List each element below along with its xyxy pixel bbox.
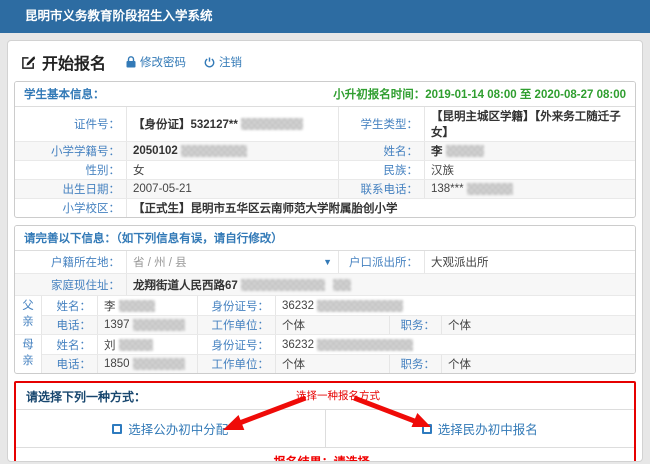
basic-section-header: 学生基本信息： 小升初报名时间：2019-01-14 08:00 至 2020-… bbox=[15, 82, 635, 107]
lock-icon bbox=[126, 56, 136, 68]
father-name-label: 姓名： bbox=[42, 296, 98, 315]
table-row: 小学校区： 【正式生】昆明市五华区云南师范大学附属胎创小学 bbox=[15, 198, 635, 217]
checkbox-icon[interactable] bbox=[112, 424, 122, 434]
father-phone-label: 电话： bbox=[42, 316, 98, 334]
masked-value bbox=[241, 118, 303, 130]
contact-phone-label: 联系电话： bbox=[339, 180, 425, 198]
mother-phone-value[interactable]: 1850 bbox=[98, 355, 198, 373]
choice-options: 选择公办初中分配 选择民办初中报名 bbox=[16, 410, 634, 448]
father-id-value[interactable]: 36232 bbox=[276, 296, 635, 315]
masked-value bbox=[317, 339, 413, 351]
app-title: 昆明市义务教育阶段招生入学系统 bbox=[25, 9, 213, 23]
main-panel: 开始报名 修改密码 注销 学生基本信息： 小升初报名时间：2019-01-14 … bbox=[7, 40, 643, 462]
birth-date-value: 2007-05-21 bbox=[127, 180, 339, 198]
masked-value bbox=[333, 279, 351, 291]
power-icon bbox=[204, 57, 215, 68]
enrollment-result-status: 报名结果：请选择.. bbox=[16, 448, 634, 462]
checkbox-icon[interactable] bbox=[422, 424, 432, 434]
id-number-label: 证件号： bbox=[15, 107, 127, 141]
contact-phone-value: 138*** bbox=[425, 180, 635, 198]
father-info-block: 父亲 姓名： 李 身份证号： 36232 电话： bbox=[15, 295, 635, 334]
student-type-value: 【昆明主城区学籍】【外来务工随迁子女】 bbox=[425, 107, 635, 141]
mother-name-label: 姓名： bbox=[42, 335, 98, 354]
masked-value bbox=[133, 358, 185, 370]
table-row: 户籍所在地： 省 / 州 / 县 ▼ 户口派出所： 大观派出所 bbox=[15, 251, 635, 273]
masked-value bbox=[446, 145, 484, 157]
hukou-location-select[interactable]: 省 / 州 / 县 ▼ bbox=[127, 251, 339, 273]
basic-section-title: 学生基本信息： bbox=[24, 86, 105, 102]
primary-campus-label: 小学校区： bbox=[15, 199, 127, 217]
page-title: 开始报名 bbox=[21, 50, 106, 74]
gender-label: 性别： bbox=[15, 161, 127, 179]
choice-annotation: 选择一种报名方式 bbox=[296, 388, 380, 403]
mother-role-label: 母亲 bbox=[15, 335, 42, 373]
mother-work-label: 工作单位： bbox=[198, 355, 276, 373]
complete-section-header: 请完善以下信息：（如下列信息有误，请自行修改） bbox=[15, 226, 635, 251]
father-work-value[interactable]: 个体 bbox=[276, 316, 390, 334]
birth-date-label: 出生日期： bbox=[15, 180, 127, 198]
police-station-value: 大观派出所 bbox=[425, 251, 635, 273]
masked-value bbox=[317, 300, 403, 312]
table-row: 姓名： 李 身份证号： 36232 bbox=[42, 296, 635, 315]
mother-id-value[interactable]: 36232 bbox=[276, 335, 635, 354]
masked-value bbox=[181, 145, 247, 157]
primary-school-id-value: 2050102 bbox=[127, 142, 339, 160]
father-name-value[interactable]: 李 bbox=[98, 296, 198, 315]
public-middle-school-option[interactable]: 选择公办初中分配 bbox=[16, 410, 326, 447]
gender-value: 女 bbox=[127, 161, 339, 179]
mother-info-block: 母亲 姓名： 刘 身份证号： 36232 电话： bbox=[15, 334, 635, 373]
table-row: 家庭现住址： 龙翔街道人民西路67 bbox=[15, 273, 635, 295]
father-duty-label: 职务： bbox=[390, 316, 442, 334]
table-row: 性别： 女 民族： 汉族 bbox=[15, 160, 635, 179]
hukou-location-label: 户籍所在地： bbox=[15, 251, 127, 273]
mother-phone-label: 电话： bbox=[42, 355, 98, 373]
student-type-label: 学生类型： bbox=[339, 107, 425, 141]
section-student-basic-info: 学生基本信息： 小升初报名时间：2019-01-14 08:00 至 2020-… bbox=[14, 81, 636, 218]
table-row: 小学学籍号： 2050102 姓名： 李 bbox=[15, 141, 635, 160]
change-password-link[interactable]: 修改密码 bbox=[126, 54, 186, 70]
panel-heading: 开始报名 修改密码 注销 bbox=[8, 41, 642, 81]
complete-section-title: 请完善以下信息：（如下列信息有误，请自行修改） bbox=[24, 230, 283, 246]
masked-value bbox=[119, 339, 153, 351]
father-duty-value[interactable]: 个体 bbox=[442, 316, 635, 334]
police-station-label: 户口派出所： bbox=[339, 251, 425, 273]
mother-work-value[interactable]: 个体 bbox=[276, 355, 390, 373]
student-name-value: 李 bbox=[425, 142, 635, 160]
chevron-down-icon[interactable]: ▼ bbox=[323, 257, 332, 267]
father-phone-value[interactable]: 1397 bbox=[98, 316, 198, 334]
mother-duty-value[interactable]: 个体 bbox=[442, 355, 635, 373]
home-address-label: 家庭现住址： bbox=[15, 274, 127, 295]
masked-value bbox=[133, 319, 185, 331]
mother-duty-label: 职务： bbox=[390, 355, 442, 373]
id-number-value: 【身份证】532127** bbox=[127, 107, 339, 141]
father-id-label: 身份证号： bbox=[198, 296, 276, 315]
masked-value bbox=[241, 279, 325, 291]
primary-school-id-label: 小学学籍号： bbox=[15, 142, 127, 160]
top-navbar: 昆明市义务教育阶段招生入学系统 bbox=[0, 0, 650, 33]
mother-id-label: 身份证号： bbox=[198, 335, 276, 354]
enrollment-choice-box: 请选择下列一种方式： 选择一种报名方式 选择公办初中分配 选择民办初中报名 报名… bbox=[14, 381, 636, 462]
logout-link[interactable]: 注销 bbox=[204, 54, 242, 70]
private-middle-school-option[interactable]: 选择民办初中报名 bbox=[326, 410, 635, 447]
enrollment-deadline: 小升初报名时间：2019-01-14 08:00 至 2020-08-27 08… bbox=[333, 86, 626, 102]
mother-name-value[interactable]: 刘 bbox=[98, 335, 198, 354]
home-address-value[interactable]: 龙翔街道人民西路67 bbox=[127, 274, 635, 295]
section-complete-info: 请完善以下信息：（如下列信息有误，请自行修改） 户籍所在地： 省 / 州 / 县… bbox=[14, 225, 636, 374]
ethnicity-value: 汉族 bbox=[425, 161, 635, 179]
table-row: 出生日期： 2007-05-21 联系电话： 138*** bbox=[15, 179, 635, 198]
table-row: 电话： 1850 工作单位： 个体 职务： 个体 bbox=[42, 354, 635, 373]
father-work-label: 工作单位： bbox=[198, 316, 276, 334]
table-row: 姓名： 刘 身份证号： 36232 bbox=[42, 335, 635, 354]
masked-value bbox=[467, 183, 513, 195]
student-name-label: 姓名： bbox=[339, 142, 425, 160]
primary-campus-value: 【正式生】昆明市五华区云南师范大学附属胎创小学 bbox=[127, 199, 635, 217]
father-role-label: 父亲 bbox=[15, 296, 42, 334]
table-row: 证件号： 【身份证】532127** 学生类型： 【昆明主城区学籍】【外来务工随… bbox=[15, 107, 635, 141]
ethnicity-label: 民族： bbox=[339, 161, 425, 179]
table-row: 电话： 1397 工作单位： 个体 职务： 个体 bbox=[42, 315, 635, 334]
masked-value bbox=[119, 300, 155, 312]
edit-icon bbox=[21, 55, 36, 70]
